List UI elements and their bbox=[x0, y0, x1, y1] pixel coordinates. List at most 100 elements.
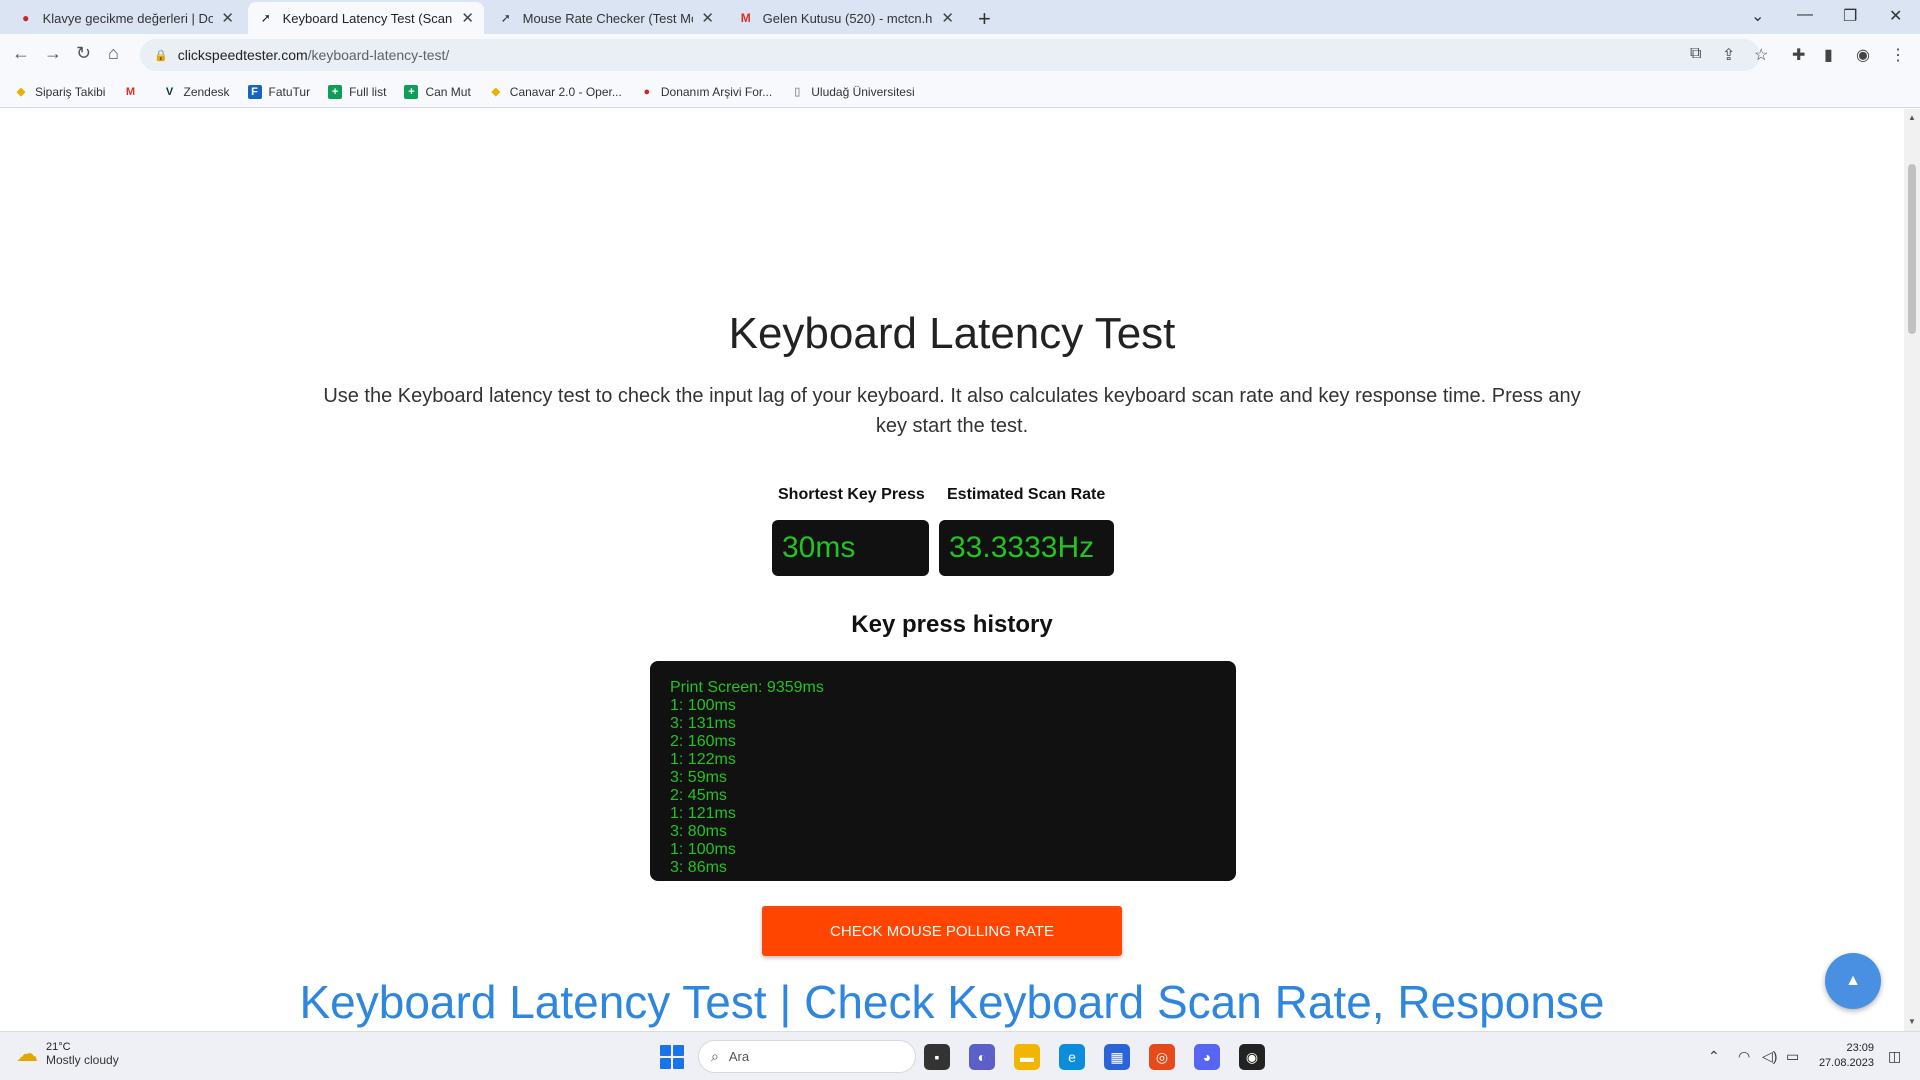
estimated-scan-rate-value: 33.3333Hz bbox=[939, 520, 1114, 576]
page-icon: ▯ bbox=[794, 86, 801, 98]
page-scrollbar[interactable]: ▲ ▼ bbox=[1904, 109, 1920, 1031]
shortest-key-press-value: 30ms bbox=[772, 520, 929, 576]
tab-title: Mouse Rate Checker (Test Mouse bbox=[522, 10, 694, 26]
address-bar[interactable]: 🔒 clickspeedtester.com/keyboard-latency-… bbox=[140, 39, 1760, 71]
new-tab-button[interactable]: + bbox=[978, 6, 991, 32]
tab-mouse-rate[interactable]: ➚ Mouse Rate Checker (Test Mouse ✕ bbox=[488, 2, 724, 34]
clock-time: 23:09 bbox=[1846, 1042, 1874, 1054]
close-window-button[interactable]: ✕ bbox=[1889, 6, 1902, 26]
bookmark-label: FatuTur bbox=[268, 84, 311, 99]
cursor-icon: ➚ bbox=[260, 11, 271, 25]
windows-logo-pane bbox=[660, 1058, 671, 1069]
volume-icon[interactable]: ◁) bbox=[1762, 1048, 1777, 1065]
close-icon[interactable]: ✕ bbox=[701, 9, 714, 27]
lock-icon: 🔒 bbox=[154, 49, 168, 62]
zendesk-icon: V bbox=[165, 85, 174, 98]
bookmark-label: Sipariş Takibi bbox=[35, 84, 106, 99]
tab-search-chevron-icon[interactable]: ⌄ bbox=[1751, 6, 1764, 26]
bookmark-label: Uludağ Üniversitesi bbox=[811, 84, 915, 99]
list-item: 1: 122ms bbox=[670, 751, 736, 768]
restore-button[interactable]: ❐ bbox=[1843, 6, 1857, 26]
scroll-to-top-button[interactable]: ▲ bbox=[1825, 953, 1881, 1009]
key-press-history-list: Print Screen: 9359ms 1: 100ms 3: 131ms 2… bbox=[650, 661, 1236, 881]
section-heading: Keyboard Latency Test | Check Keyboard S… bbox=[299, 976, 1605, 1028]
list-item: 3: 80ms bbox=[670, 823, 727, 840]
bookmark-label: Can Mut bbox=[425, 84, 471, 99]
scrollbar-thumb[interactable] bbox=[1908, 164, 1916, 334]
list-item: 1: 100ms bbox=[670, 697, 736, 714]
close-icon[interactable]: ✕ bbox=[221, 9, 234, 27]
weather-temp: 21°C bbox=[46, 1041, 71, 1053]
chrome-icon[interactable]: ◎ bbox=[1149, 1044, 1175, 1070]
taskbar-search[interactable]: ⌕ Ara bbox=[698, 1040, 916, 1073]
tab-donanim[interactable]: ● Klavye gecikme değerleri | Donan ✕ bbox=[8, 2, 244, 34]
app-icon[interactable]: ◉ bbox=[1239, 1044, 1265, 1070]
bookmark-can-mut[interactable]: + Can Mut bbox=[404, 84, 471, 99]
list-item: 3: 59ms bbox=[670, 769, 727, 786]
scroll-down-arrow-icon[interactable]: ▼ bbox=[1908, 1017, 1916, 1026]
windows-logo-pane bbox=[660, 1045, 671, 1056]
page-content: Keyboard Latency Test Use the Keyboard l… bbox=[0, 109, 1904, 1031]
tab-title: Klavye gecikme değerleri | Donan bbox=[42, 10, 214, 26]
minimize-button[interactable]: — bbox=[1797, 6, 1813, 24]
sheets-icon: + bbox=[328, 84, 343, 99]
bookmarks-bar: ◆ Sipariş Takibi M V Zendesk F FatuTur + Ful… bbox=[0, 76, 1920, 108]
bookmark-zendesk[interactable]: V Zendesk bbox=[162, 84, 230, 99]
url-domain: clickspeedtester.com bbox=[177, 47, 308, 63]
translate-icon[interactable]: ⧉ bbox=[1690, 45, 1701, 63]
close-icon[interactable]: ✕ bbox=[941, 9, 954, 27]
edge-icon[interactable]: e bbox=[1059, 1044, 1085, 1070]
weather-widget[interactable]: ☁ 21°C Mostly cloudy bbox=[16, 1041, 119, 1067]
list-item: 2: 160ms bbox=[670, 733, 736, 750]
shortest-key-press-label: Shortest Key Press bbox=[778, 486, 925, 503]
clock-date: 27.08.2023 bbox=[1818, 1057, 1874, 1069]
side-panel-icon[interactable]: ▮ bbox=[1824, 45, 1833, 65]
start-button[interactable] bbox=[660, 1045, 684, 1069]
extensions-icon[interactable]: ✚ bbox=[1792, 45, 1805, 65]
menu-icon[interactable]: ⋮ bbox=[1890, 45, 1906, 65]
search-placeholder: Ara bbox=[728, 1049, 750, 1064]
list-item: 3: 131ms bbox=[670, 715, 736, 732]
back-arrow-icon[interactable]: ← bbox=[12, 43, 30, 64]
battery-icon[interactable]: ▭ bbox=[1786, 1048, 1799, 1065]
scroll-up-arrow-icon[interactable]: ▲ bbox=[1908, 113, 1916, 122]
bookmark-full-list[interactable]: + Full list bbox=[328, 84, 387, 99]
clock[interactable]: 23:09 27.08.2023 bbox=[1810, 1041, 1874, 1071]
fatutur-icon: F bbox=[247, 84, 262, 99]
task-view-icon[interactable]: ▪ bbox=[924, 1044, 950, 1070]
wifi-icon[interactable]: ◠ bbox=[1738, 1048, 1750, 1065]
gmail-icon: M bbox=[740, 11, 751, 25]
bookmark-gmail[interactable]: M bbox=[123, 85, 144, 99]
tab-keyboard-latency[interactable]: ➚ Keyboard Latency Test (Scan Rate ✕ bbox=[248, 2, 484, 34]
chevron-up-icon[interactable]: ⌃ bbox=[1708, 1048, 1720, 1065]
bookmark-donanim-arsivi[interactable]: ● Donanım Arşivi For... bbox=[640, 85, 773, 99]
folder-icon: ◆ bbox=[491, 86, 501, 98]
discord-icon[interactable]: ◕ bbox=[1194, 1044, 1220, 1070]
list-item: 2: 45ms bbox=[670, 787, 727, 804]
reload-icon[interactable]: ↻ bbox=[76, 43, 91, 64]
bookmark-label: Full list bbox=[349, 84, 387, 99]
store-icon[interactable]: ▦ bbox=[1104, 1044, 1130, 1070]
home-icon[interactable]: ⌂ bbox=[108, 43, 119, 64]
close-icon[interactable]: ✕ bbox=[461, 9, 474, 27]
file-explorer-icon[interactable]: ▬ bbox=[1014, 1044, 1040, 1070]
tab-gmail[interactable]: M Gelen Kutusu (520) - mctcn.hrsn ✕ bbox=[728, 2, 964, 34]
teams-chat-icon[interactable]: ◐ bbox=[969, 1044, 995, 1070]
bookmark-label: Canavar 2.0 - Oper... bbox=[509, 84, 622, 99]
bookmark-siparis[interactable]: ◆ Sipariş Takibi bbox=[14, 84, 106, 99]
gmail-icon: M bbox=[125, 85, 136, 98]
bookmark-canavar[interactable]: ◆ Canavar 2.0 - Oper... bbox=[489, 85, 622, 99]
star-icon[interactable]: ☆ bbox=[1754, 45, 1768, 65]
notification-icon[interactable]: ◫ bbox=[1888, 1048, 1901, 1065]
avatar[interactable]: ◉ bbox=[1856, 45, 1870, 65]
tab-strip: ● Klavye gecikme değerleri | Donan ✕ ➚ K… bbox=[0, 0, 1920, 34]
check-mouse-polling-rate-button[interactable]: CHECK MOUSE POLLING RATE bbox=[762, 906, 1122, 956]
forward-arrow-icon[interactable]: → bbox=[44, 43, 62, 64]
list-item: Print Screen: 9359ms bbox=[670, 679, 824, 696]
bookmark-uludag[interactable]: ▯ Uludağ Üniversitesi bbox=[790, 85, 914, 99]
windows-logo-pane bbox=[673, 1058, 684, 1069]
share-icon[interactable]: ⇪ bbox=[1722, 45, 1735, 65]
bookmark-fatutur[interactable]: F FatuTur bbox=[247, 84, 311, 99]
bookmark-label: Zendesk bbox=[183, 84, 230, 99]
tab-title: Keyboard Latency Test (Scan Rate bbox=[282, 10, 454, 26]
